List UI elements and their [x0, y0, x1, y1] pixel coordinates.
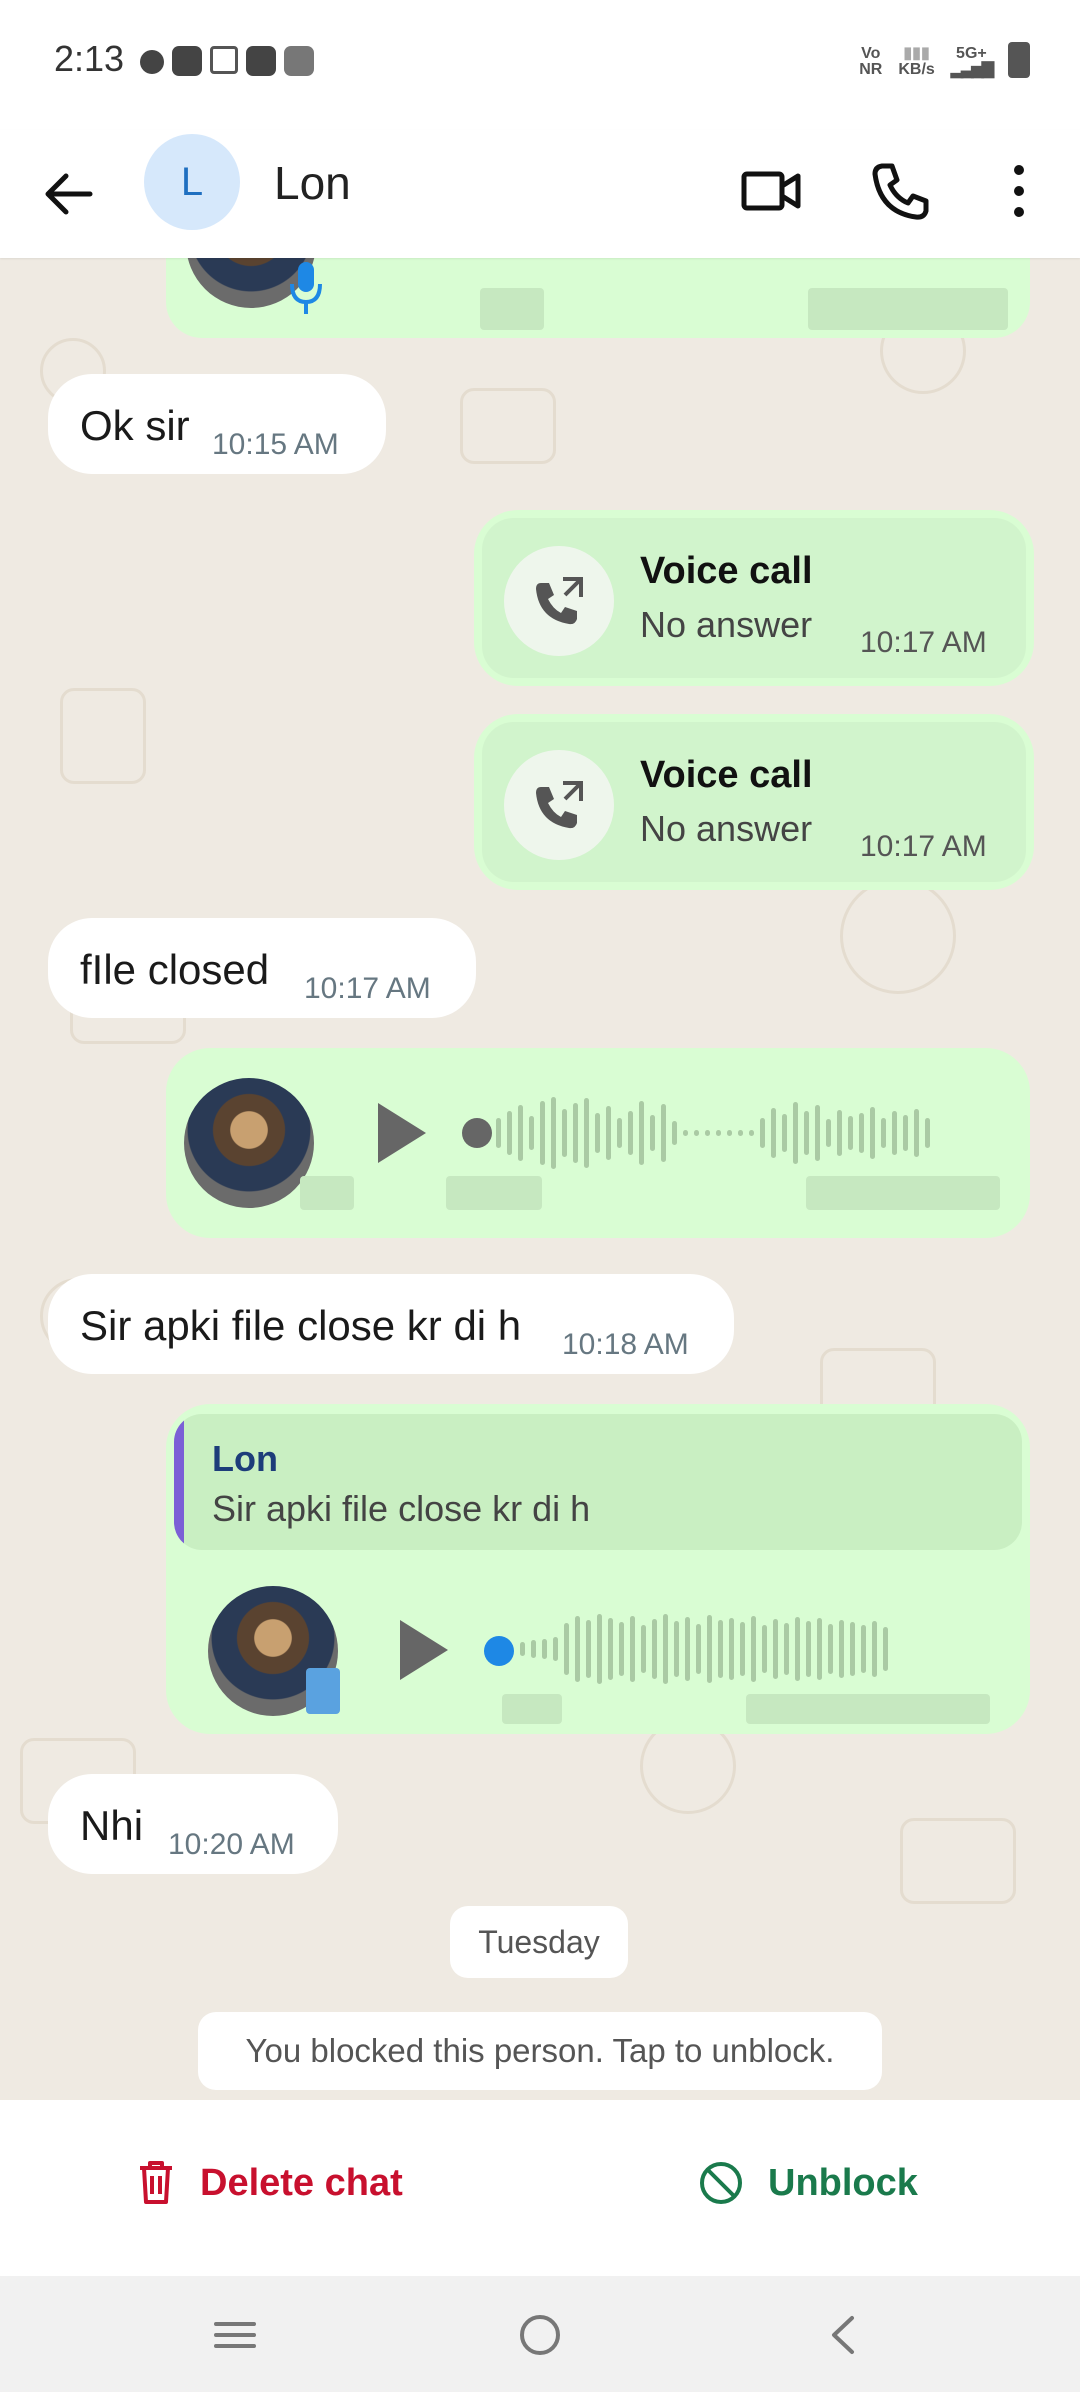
message-time: 10:17 AM: [304, 972, 431, 1005]
block-icon: [700, 2162, 742, 2204]
call-status: No answer: [640, 604, 813, 645]
notification-icons: [140, 46, 314, 76]
chat-header: L Lon: [0, 130, 1080, 258]
back-icon[interactable]: [820, 2310, 870, 2360]
unblock-button[interactable]: Unblock: [698, 2160, 918, 2206]
message-text: Sir apki file close kr di h: [80, 1302, 522, 1349]
reply-voice-message-bubble[interactable]: Lon Sir apki file close kr di h: [166, 1404, 1030, 1734]
call-log-bubble[interactable]: Voice call No answer 10:17 AM: [474, 510, 1034, 686]
outgoing-call-icon: [504, 546, 614, 656]
message-time: 10:20 AM: [168, 1828, 295, 1861]
app-notification-icon: [246, 46, 276, 76]
microphone-icon: [290, 262, 322, 314]
trash-icon: [140, 2161, 172, 2204]
message-text: Ok sir: [80, 402, 190, 449]
sender-avatar-thumbnail: [184, 1078, 314, 1208]
message-time: 10:15 AM: [212, 428, 339, 461]
message-time: 10:17 AM: [860, 830, 987, 863]
wallpaper-doodle: [60, 688, 146, 784]
video-call-icon[interactable]: [736, 156, 806, 226]
data-speed-indicator: ▮▮▮ KB/s: [898, 45, 935, 78]
mail-icon: [284, 46, 314, 76]
status-time: 2:13: [54, 38, 125, 79]
quoted-message[interactable]: Lon Sir apki file close kr di h: [174, 1414, 1022, 1550]
audio-waveform[interactable]: [496, 1088, 930, 1178]
incoming-message[interactable]: Ok sir 10:15 AM: [48, 374, 386, 474]
wallpaper-doodle: [900, 1818, 1016, 1904]
play-icon[interactable]: [400, 1620, 448, 1680]
contact-name[interactable]: Lon: [274, 156, 351, 210]
wallpaper-doodle: [840, 878, 956, 994]
voice-time-blurred: [808, 288, 1008, 330]
system-navigation-bar: [0, 2276, 1080, 2392]
message-text: Nhi: [80, 1802, 144, 1849]
voice-time-blurred: [746, 1694, 990, 1724]
chat-notification-icon: [140, 50, 164, 74]
system-indicators: Vo NR ▮▮▮ KB/s 5G+ ▂▃▅▇: [859, 42, 1030, 78]
home-icon[interactable]: [515, 2310, 565, 2360]
quoted-message-text: Sir apki file close kr di h: [212, 1488, 591, 1529]
volte-indicator: Vo NR: [859, 45, 883, 78]
message-time: 10:17 AM: [860, 626, 987, 659]
play-icon[interactable]: [378, 1103, 426, 1163]
chat-area[interactable]: Ok sir 10:15 AM Voice call No answer 10:…: [0, 258, 1080, 2100]
incoming-message[interactable]: Sir apki file close kr di h 10:18 AM: [48, 1274, 734, 1374]
incoming-message[interactable]: Nhi 10:20 AM: [48, 1774, 338, 1874]
delete-chat-label: Delete chat: [200, 2161, 403, 2204]
delete-chat-button[interactable]: Delete chat: [136, 2160, 403, 2206]
app-notification-icon: [172, 46, 202, 76]
call-log-bubble[interactable]: Voice call No answer 10:17 AM: [474, 714, 1034, 890]
call-status: No answer: [640, 808, 813, 849]
wallpaper-doodle: [460, 388, 556, 464]
voice-time-blurred: [806, 1176, 1000, 1210]
voice-call-icon[interactable]: [866, 156, 936, 226]
voice-message-bubble[interactable]: [166, 258, 1030, 338]
voice-message-bubble[interactable]: [166, 1048, 1030, 1238]
message-text: fIle closed: [80, 946, 270, 993]
audio-waveform[interactable]: [520, 1604, 888, 1694]
voice-duration-blurred: [480, 288, 544, 330]
outgoing-call-icon: [504, 750, 614, 860]
playback-scrubber[interactable]: [484, 1636, 514, 1666]
battery-icon: [1008, 42, 1030, 78]
signal-icon: 5G+ ▂▃▅▇: [950, 45, 994, 78]
screenshot-icon: [210, 46, 238, 74]
voice-duration-blurred: [446, 1176, 542, 1210]
voice-duration-blurred: [502, 1694, 562, 1724]
status-bar: 2:13 Vo NR ▮▮▮ KB/s 5G+ ▂▃▅▇: [0, 0, 1080, 130]
unblock-label: Unblock: [768, 2161, 918, 2204]
avatar[interactable]: L: [144, 134, 240, 230]
recent-apps-icon[interactable]: [210, 2310, 260, 2360]
call-title: Voice call: [640, 550, 813, 592]
call-title: Voice call: [640, 754, 813, 796]
more-options-icon[interactable]: [984, 156, 1054, 226]
quoted-sender-name: Lon: [212, 1438, 278, 1479]
incoming-message[interactable]: fIle closed 10:17 AM: [48, 918, 476, 1018]
date-divider: Tuesday: [450, 1906, 628, 1978]
blocked-actions-bar: Delete chat Unblock: [0, 2100, 1080, 2276]
back-arrow-icon[interactable]: [40, 164, 100, 224]
message-time: 10:18 AM: [562, 1328, 689, 1361]
blocked-notice[interactable]: You blocked this person. Tap to unblock.: [198, 2012, 882, 2090]
playback-scrubber[interactable]: [462, 1118, 492, 1148]
